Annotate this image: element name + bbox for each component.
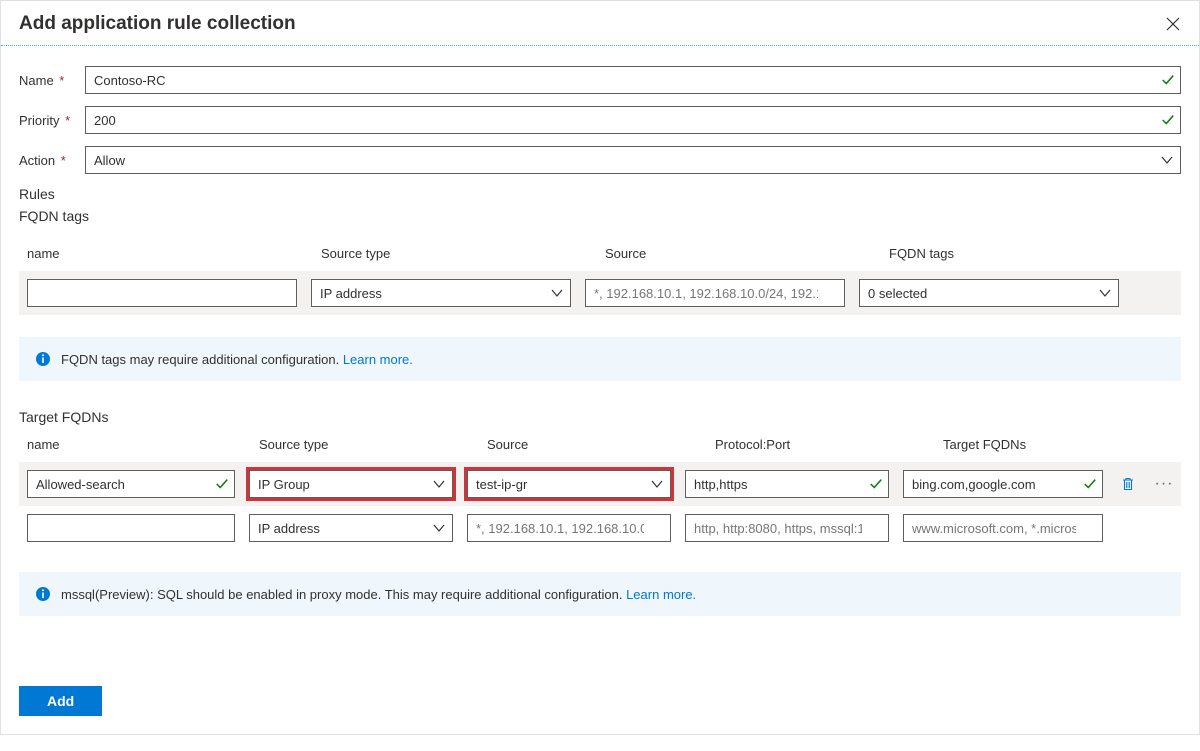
action-label-text: Action — [19, 153, 55, 168]
panel-title: Add application rule collection — [19, 13, 296, 35]
target-info-banner: mssql(Preview): SQL should be enabled in… — [19, 572, 1181, 616]
col-target-fqdns: Target FQDNs — [943, 437, 1143, 452]
action-value: Allow — [94, 153, 125, 168]
tf-source-type-value: IP address — [258, 521, 320, 536]
tf-source-cell — [467, 514, 671, 542]
required-asterisk: * — [56, 73, 65, 88]
col-source: Source — [605, 246, 865, 261]
fqdn-name-cell — [27, 279, 297, 307]
tf-source-input[interactable] — [467, 514, 671, 542]
fqdn-info-text-content: FQDN tags may require additional configu… — [61, 352, 343, 367]
target-row: IP Group test-ip-gr — [19, 462, 1181, 506]
form-row-name: Name * — [19, 66, 1181, 94]
tf-protocol-input[interactable] — [685, 514, 889, 542]
tf-protocol-cell — [685, 470, 889, 498]
add-button[interactable]: Add — [19, 686, 102, 716]
action-select[interactable]: Allow — [85, 146, 1181, 174]
fqdn-tags-row: IP address 0 selected — [19, 271, 1181, 315]
col-name: name — [27, 437, 235, 452]
tf-name-cell — [27, 514, 235, 542]
tf-target-input[interactable] — [903, 514, 1103, 542]
action-label: Action * — [19, 153, 85, 168]
more-icon[interactable]: ··· — [1153, 470, 1175, 498]
fqdn-tags-header: name Source type Source FQDN tags — [19, 240, 1181, 271]
col-fqdn-tags: FQDN tags — [889, 246, 1149, 261]
target-info-text-content: mssql(Preview): SQL should be enabled in… — [61, 587, 626, 602]
col-protocol-port: Protocol:Port — [715, 437, 919, 452]
name-input[interactable] — [85, 66, 1181, 94]
tf-source-select[interactable]: test-ip-gr — [467, 470, 671, 498]
col-source-type: Source type — [259, 437, 463, 452]
target-fqdns-header: name Source type Source Protocol:Port Ta… — [19, 431, 1181, 462]
fqdn-tags-section-label: FQDN tags — [19, 208, 1181, 224]
required-asterisk: * — [61, 113, 70, 128]
col-source: Source — [487, 437, 691, 452]
priority-label-text: Priority — [19, 113, 59, 128]
target-fqdns-section-label: Target FQDNs — [19, 409, 1181, 425]
priority-field-wrap — [85, 106, 1181, 134]
name-field-wrap — [85, 66, 1181, 94]
delete-icon[interactable] — [1117, 476, 1139, 492]
tf-target-cell — [903, 470, 1103, 498]
target-learn-more-link[interactable]: Learn more. — [626, 587, 696, 602]
form-row-action: Action * Allow — [19, 146, 1181, 174]
fqdn-tags-value: 0 selected — [868, 286, 927, 301]
rules-section-label: Rules — [19, 186, 1181, 202]
fqdn-learn-more-link[interactable]: Learn more. — [343, 352, 413, 367]
col-actions — [1167, 437, 1200, 452]
fqdn-info-text: FQDN tags may require additional configu… — [61, 352, 413, 367]
col-source-type: Source type — [321, 246, 581, 261]
tf-source-type-select[interactable]: IP Group — [249, 470, 453, 498]
tf-source-type-value: IP Group — [258, 477, 310, 492]
tf-target-input[interactable] — [903, 470, 1103, 498]
fqdn-name-input[interactable] — [27, 279, 297, 307]
tf-target-cell — [903, 514, 1103, 542]
tf-source-cell: test-ip-gr — [467, 470, 671, 498]
add-rule-collection-panel: Add application rule collection Name * P… — [0, 0, 1200, 735]
fqdn-source-type-cell: IP address — [311, 279, 571, 307]
panel-body: Name * Priority * Ac — [1, 46, 1199, 626]
info-icon — [35, 586, 51, 602]
fqdn-source-type-value: IP address — [320, 286, 382, 301]
fqdn-source-type-select[interactable]: IP address — [311, 279, 571, 307]
fqdn-tags-select[interactable]: 0 selected — [859, 279, 1119, 307]
fqdn-info-banner: FQDN tags may require additional configu… — [19, 337, 1181, 381]
fqdn-tags-cell: 0 selected — [859, 279, 1119, 307]
tf-source-type-select[interactable]: IP address — [249, 514, 453, 542]
tf-protocol-cell — [685, 514, 889, 542]
tf-name-input[interactable] — [27, 514, 235, 542]
close-icon[interactable] — [1165, 16, 1181, 32]
panel-footer: Add — [1, 626, 1199, 734]
form-row-priority: Priority * — [19, 106, 1181, 134]
name-label: Name * — [19, 73, 85, 88]
panel-header: Add application rule collection — [1, 1, 1199, 46]
target-info-text: mssql(Preview): SQL should be enabled in… — [61, 587, 696, 602]
info-icon — [35, 351, 51, 367]
tf-name-cell — [27, 470, 235, 498]
required-asterisk: * — [57, 153, 66, 168]
priority-label: Priority * — [19, 113, 85, 128]
fqdn-source-cell — [585, 279, 845, 307]
priority-input[interactable] — [85, 106, 1181, 134]
col-name: name — [27, 246, 297, 261]
name-label-text: Name — [19, 73, 54, 88]
target-fqdns-section: Target FQDNs name Source type Source Pro… — [19, 409, 1181, 616]
tf-source-type-cell: IP Group — [249, 470, 453, 498]
action-field-wrap: Allow — [85, 146, 1181, 174]
fqdn-source-input[interactable] — [585, 279, 845, 307]
tf-source-value: test-ip-gr — [476, 477, 527, 492]
tf-source-type-cell: IP address — [249, 514, 453, 542]
target-row: IP address — [19, 506, 1181, 550]
tf-name-input[interactable] — [27, 470, 235, 498]
tf-protocol-input[interactable] — [685, 470, 889, 498]
